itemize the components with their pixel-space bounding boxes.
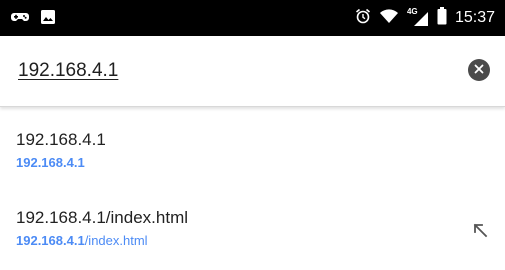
arrow-up-left-icon bbox=[472, 223, 488, 242]
alarm-icon bbox=[355, 8, 371, 29]
suggestion-url: 192.168.4.1 bbox=[16, 155, 85, 170]
notification-icons bbox=[10, 9, 56, 30]
image-icon bbox=[40, 9, 56, 30]
suggestion-url-host: 192.168.4.1 bbox=[16, 233, 85, 248]
signal-4g-icon: 4G bbox=[407, 7, 429, 27]
clear-button[interactable] bbox=[468, 59, 490, 81]
system-status: 4G 15:37 bbox=[355, 0, 495, 36]
suggestion-title: 192.168.4.1 bbox=[16, 130, 106, 149]
url-input[interactable] bbox=[18, 56, 438, 86]
suggestion-title: 192.168.4.1/index.html bbox=[16, 208, 189, 227]
clock-time: 15:37 bbox=[454, 9, 495, 26]
wifi-icon bbox=[379, 8, 399, 29]
status-bar: 4G 15:37 bbox=[0, 0, 505, 36]
suggestion-url: 192.168.4.1/index.html bbox=[16, 233, 148, 248]
suggestion-item[interactable]: 192.168.4.1/index.html 192.168.4.1/index… bbox=[0, 208, 505, 268]
suggestion-url-path: /index.html bbox=[84, 233, 148, 248]
gamepad-icon bbox=[10, 9, 30, 30]
url-search-bar bbox=[0, 36, 505, 107]
suggestion-item[interactable]: 192.168.4.1 192.168.4.1 bbox=[0, 130, 505, 190]
suggestion-url-host: 192.168.4.1 bbox=[16, 155, 85, 170]
battery-icon bbox=[437, 6, 447, 30]
clear-icon bbox=[474, 61, 484, 79]
fill-query-button[interactable] bbox=[472, 222, 492, 242]
